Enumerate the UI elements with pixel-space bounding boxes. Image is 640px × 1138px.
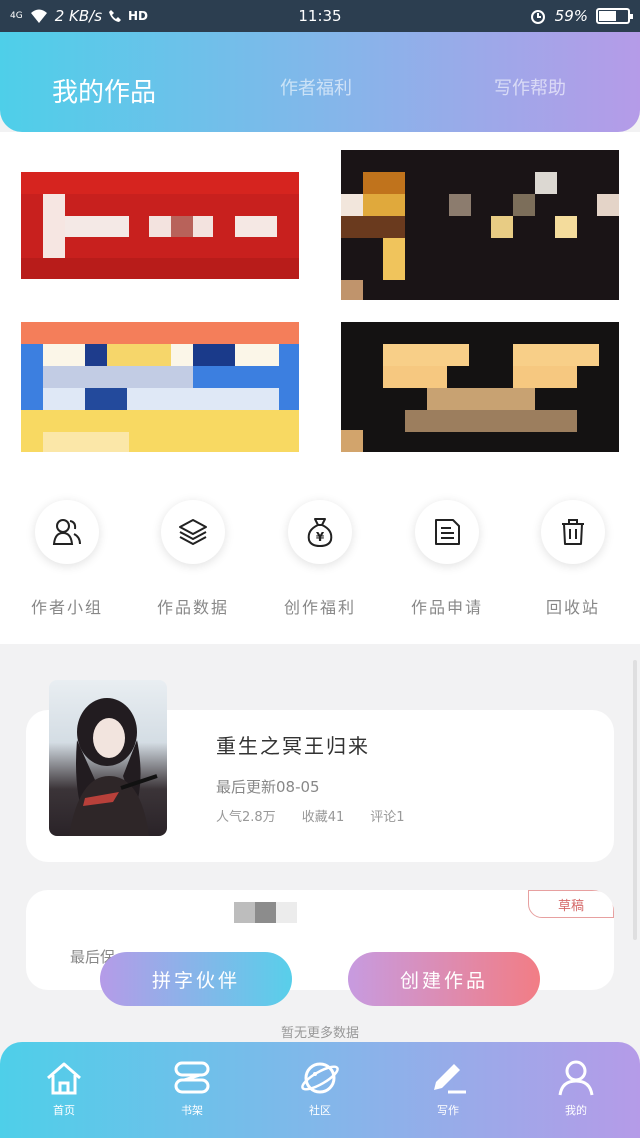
work-favorites: 收藏41 — [301, 810, 345, 825]
action-label: 回收站 — [545, 598, 600, 617]
user-icon — [558, 1060, 594, 1096]
action-creation-benefits[interactable]: ¥ 创作福利 — [270, 500, 370, 618]
header: 我的作品 作者福利 写作帮助 — [0, 32, 640, 132]
document-icon — [435, 519, 460, 545]
layers-icon — [179, 519, 207, 545]
banner-area: 作者小组 作品数据 ¥ 创作福利 作品申请 回收站 — [0, 132, 640, 644]
action-label: 作者小组 — [30, 598, 103, 617]
tab-author-benefits[interactable]: 作者福利 — [280, 74, 352, 100]
nav-write[interactable]: 写作 — [384, 1042, 512, 1138]
action-author-group[interactable]: 作者小组 — [17, 500, 117, 618]
network-type: 4G — [10, 11, 23, 21]
work-update-time: 最后更新08-05 — [216, 778, 320, 796]
nav-profile[interactable]: 我的 — [512, 1042, 640, 1138]
author-group-icon — [52, 519, 81, 545]
action-works-application[interactable]: 作品申请 — [397, 500, 497, 618]
nav-label: 我的 — [565, 1104, 587, 1117]
create-work-button[interactable]: 创建作品 — [348, 952, 540, 1006]
banner-3[interactable] — [21, 322, 299, 452]
status-bar: 4G 2 KB/s HD 11:35 59% — [0, 0, 640, 32]
tab-writing-help[interactable]: 写作帮助 — [494, 74, 566, 100]
banner-2[interactable] — [341, 150, 619, 300]
hd-indicator: HD — [128, 9, 149, 23]
planet-icon — [301, 1062, 339, 1094]
wifi-icon — [30, 9, 47, 23]
no-more-data-text: 暂无更多数据 — [280, 1026, 359, 1041]
work-cover-image[interactable] — [49, 680, 167, 836]
draft-title-blurred — [234, 902, 297, 923]
action-label: 创作福利 — [283, 598, 356, 617]
battery-icon — [596, 8, 633, 24]
alarm-icon — [530, 10, 545, 24]
phone-icon — [109, 10, 122, 22]
work-stats: 人气2.8万 收藏41 评论1 — [216, 806, 405, 825]
network-speed: 2 KB/s — [54, 7, 103, 25]
tab-my-works[interactable]: 我的作品 — [52, 72, 156, 109]
word-partner-button[interactable]: 拼字伙伴 — [100, 952, 292, 1006]
banner-4[interactable] — [341, 322, 619, 452]
nav-label: 写作 — [437, 1104, 459, 1117]
svg-text:¥: ¥ — [316, 530, 325, 544]
work-comments: 评论1 — [370, 810, 405, 825]
bottom-nav: 首页 书架 社区 写作 我的 — [0, 1042, 640, 1138]
action-recycle-bin[interactable]: 回收站 — [523, 500, 623, 618]
nav-bookshelf[interactable]: 书架 — [128, 1042, 256, 1138]
work-title: 重生之冥王归来 — [216, 734, 370, 758]
home-icon — [47, 1062, 81, 1095]
nav-home[interactable]: 首页 — [0, 1042, 128, 1138]
money-bag-icon: ¥ — [307, 518, 333, 548]
banner-1[interactable] — [21, 172, 299, 279]
work-popularity: 人气2.8万 — [216, 810, 276, 825]
nav-label: 书架 — [181, 1104, 203, 1117]
draft-badge: 草稿 — [528, 890, 614, 918]
action-label: 作品数据 — [156, 598, 229, 617]
scrollbar[interactable] — [633, 660, 637, 940]
nav-label: 社区 — [309, 1104, 331, 1117]
battery-percent: 59% — [554, 7, 588, 25]
trash-icon — [562, 519, 584, 545]
action-label: 作品申请 — [410, 598, 483, 617]
pen-icon — [434, 1064, 466, 1094]
nav-label: 首页 — [53, 1104, 75, 1117]
action-works-data[interactable]: 作品数据 — [143, 500, 243, 618]
bookshelf-icon — [174, 1061, 210, 1094]
nav-community[interactable]: 社区 — [256, 1042, 384, 1138]
